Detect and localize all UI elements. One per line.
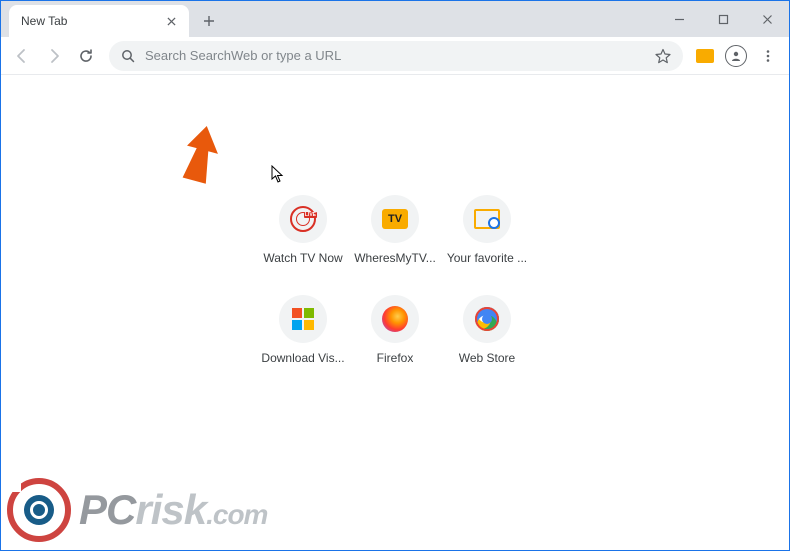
- cursor-icon: [271, 165, 285, 188]
- shortcut-label: Firefox: [377, 351, 414, 365]
- arrow-annotation: [169, 125, 229, 200]
- pcrisk-watermark: PCrisk.com: [7, 478, 267, 542]
- minimize-button[interactable]: [657, 1, 701, 37]
- shortcut-label: Download Vis...: [261, 351, 344, 365]
- shortcut-tile[interactable]: Download Vis...: [257, 295, 349, 365]
- shortcut-tile[interactable]: Firefox: [349, 295, 441, 365]
- shortcut-tile[interactable]: Web Store: [441, 295, 533, 365]
- ms-tile-icon: [279, 295, 327, 343]
- close-tab-icon[interactable]: [163, 13, 179, 29]
- ws-tile-icon: [463, 295, 511, 343]
- browser-toolbar: [1, 37, 789, 75]
- shortcut-label: Web Store: [459, 351, 515, 365]
- bookmark-star-icon[interactable]: [655, 48, 671, 64]
- search-icon: [121, 49, 135, 63]
- watermark-text: PCrisk.com: [79, 486, 267, 534]
- reload-button[interactable]: [71, 41, 101, 71]
- shortcut-tile[interactable]: Watch TV Now: [257, 195, 349, 265]
- profile-avatar-button[interactable]: [721, 41, 751, 71]
- new-tab-button[interactable]: [195, 7, 223, 35]
- maximize-button[interactable]: [701, 1, 745, 37]
- shortcut-label: Watch TV Now: [263, 251, 342, 265]
- watermark-logo-icon: [7, 478, 71, 542]
- tab-title: New Tab: [21, 14, 163, 28]
- window-controls: [657, 1, 789, 37]
- address-bar[interactable]: [109, 41, 683, 71]
- extension-icon: [696, 49, 714, 63]
- forward-button[interactable]: [39, 41, 69, 71]
- shortcut-tile[interactable]: TV WheresMyTV...: [349, 195, 441, 265]
- back-button[interactable]: [7, 41, 37, 71]
- shortcuts-grid: Watch TV Now TV WheresMyTV... Your favorite…: [257, 195, 533, 365]
- avatar-icon: [725, 45, 747, 67]
- ff-tile-icon: [371, 295, 419, 343]
- browser-tab[interactable]: New Tab: [9, 5, 189, 37]
- shortcut-label: Your favorite ...: [447, 251, 527, 265]
- shortcut-label: WheresMyTV...: [354, 251, 436, 265]
- close-window-button[interactable]: [745, 1, 789, 37]
- omnibox-input[interactable]: [145, 48, 645, 63]
- extension-button[interactable]: [691, 42, 719, 70]
- window-titlebar: New Tab: [1, 1, 789, 37]
- kebab-menu-button[interactable]: [753, 41, 783, 71]
- new-tab-page: Watch TV Now TV WheresMyTV... Your favorite…: [1, 75, 789, 550]
- tv-badge-icon: TV: [371, 195, 419, 243]
- fav-tile-icon: [463, 195, 511, 243]
- shortcut-tile[interactable]: Your favorite ...: [441, 195, 533, 265]
- globe-live-icon: [279, 195, 327, 243]
